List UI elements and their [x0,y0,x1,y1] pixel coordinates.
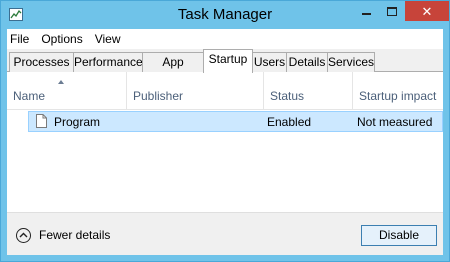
title-bar[interactable]: Task Manager ✕ [1,1,449,29]
tab-services[interactable]: Services [327,52,375,72]
fewer-details-label: Fewer details [39,228,111,242]
footer-bar: Fewer details Disable [7,212,443,255]
close-button[interactable]: ✕ [405,1,449,21]
menu-options[interactable]: Options [35,32,88,46]
cell-status: Enabled [267,115,312,129]
maximize-button[interactable] [379,1,405,21]
tab-performance[interactable]: Performance [73,52,143,72]
client-area: File Options View Processes Performance … [7,29,443,255]
column-publisher-label: Publisher [133,89,184,103]
column-status[interactable]: Status [264,72,353,110]
minimize-icon [361,13,371,15]
tab-app-history[interactable]: App history [142,52,204,87]
close-icon: ✕ [421,3,433,19]
column-header-row: Name Publisher Status Startup impact [7,72,443,110]
table-row[interactable]: Program Enabled Not measured [28,111,443,132]
menu-file[interactable]: File [7,32,35,46]
document-icon [36,114,47,128]
column-status-label: Status [270,89,305,103]
tab-users[interactable]: Users [252,52,287,72]
sort-ascending-icon [58,80,64,84]
tab-processes[interactable]: Processes [9,52,74,72]
column-name-label: Name [13,89,46,103]
column-startup-impact[interactable]: Startup impact [353,72,443,110]
column-name[interactable]: Name [7,72,127,110]
chevron-up-circle-icon [16,227,31,243]
tab-strip: Processes Performance App history Startu… [7,49,443,87]
column-publisher[interactable]: Publisher [127,72,264,110]
disable-button[interactable]: Disable [361,225,437,246]
task-manager-window: Task Manager ✕ File Options View Process… [0,0,450,262]
column-startup-impact-label: Startup impact [359,89,437,103]
cell-name: Program [54,115,101,129]
tab-details[interactable]: Details [286,52,328,72]
menu-bar: File Options View [7,29,443,49]
menu-view[interactable]: View [89,32,127,46]
tab-startup[interactable]: Startup [203,49,253,73]
maximize-icon [387,6,397,16]
startup-pane: Name Publisher Status Startup impact Pro… [7,72,443,212]
cell-startup-impact: Not measured [357,115,433,129]
fewer-details-button[interactable]: Fewer details [16,226,110,244]
minimize-button[interactable] [353,1,379,21]
